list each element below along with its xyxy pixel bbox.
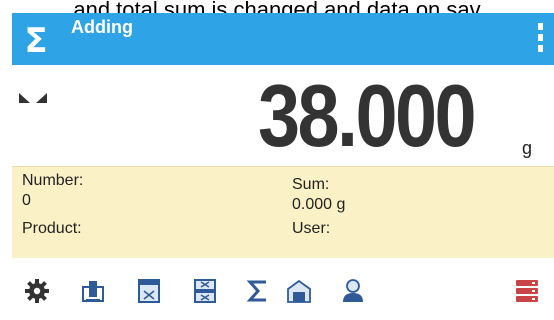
user-icon[interactable]: [340, 278, 366, 304]
number-label: Number:: [22, 172, 84, 189]
menu-button[interactable]: [534, 23, 546, 59]
sum-value: 0.000 g: [292, 196, 346, 213]
menu-dot-icon: [537, 23, 543, 30]
title-bar: Σ Adding: [12, 13, 554, 65]
product-label: Product:: [22, 220, 82, 237]
menu-dot-icon: [537, 45, 543, 52]
stable-icon: [19, 93, 47, 103]
weight-readout: 38.000: [258, 66, 477, 165]
add-icon[interactable]: [136, 278, 162, 304]
warehouse-icon[interactable]: [286, 278, 312, 304]
info-panel: [12, 166, 554, 259]
weight-unit: g: [522, 138, 533, 158]
database-icon[interactable]: [514, 278, 540, 304]
sigma-logo-icon: Σ: [24, 21, 48, 61]
sum-icon[interactable]: [245, 278, 271, 304]
mode-title: Adding: [71, 17, 133, 37]
user-label: User:: [292, 220, 331, 237]
number-value: 0: [22, 192, 31, 209]
sum-label: Sum:: [292, 176, 330, 193]
tare-icon[interactable]: [80, 278, 106, 304]
remove-icon[interactable]: [192, 278, 218, 304]
menu-dot-icon: [537, 34, 543, 41]
gear-icon[interactable]: [24, 278, 50, 304]
